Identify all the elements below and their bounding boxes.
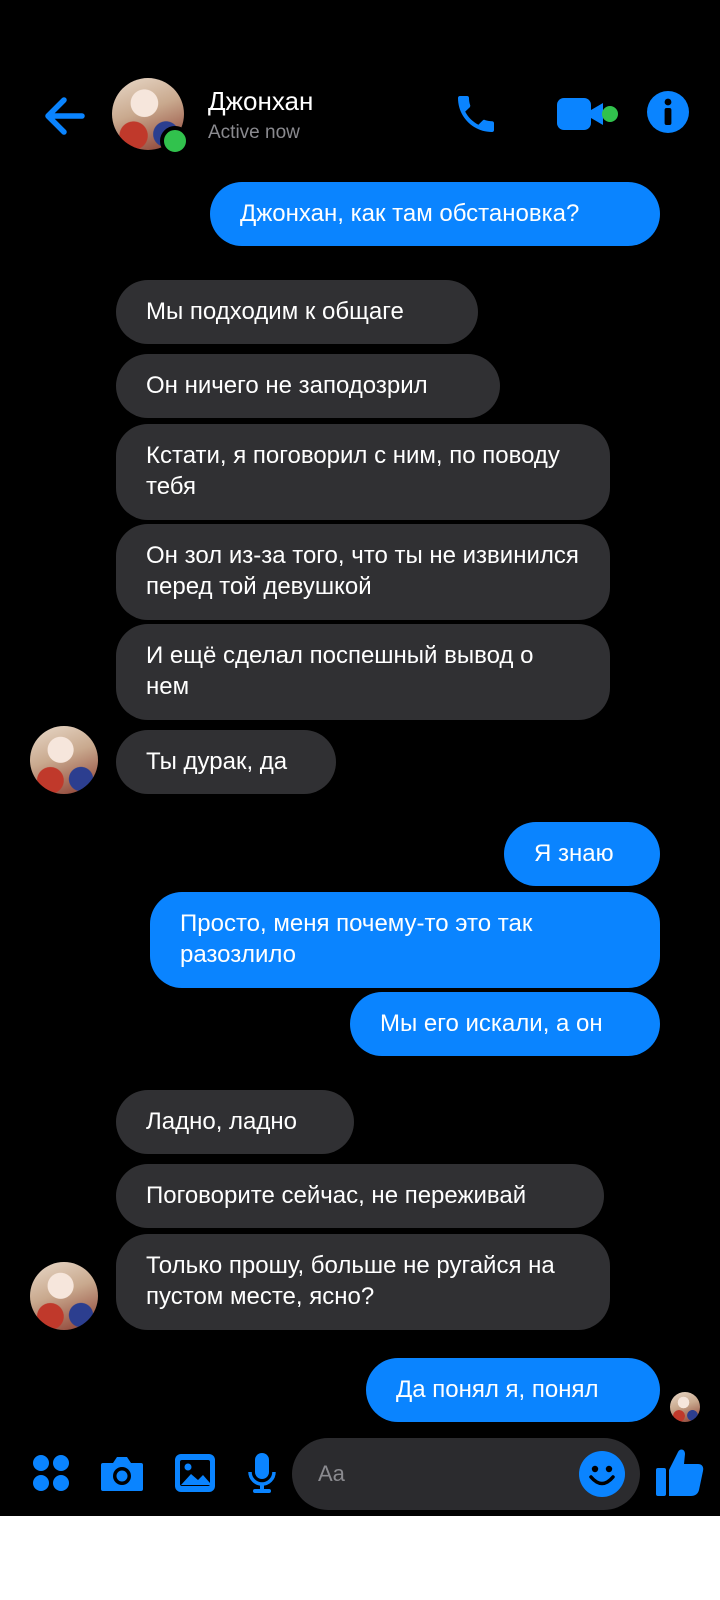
arrow-left-icon xyxy=(45,97,85,135)
image-icon xyxy=(175,1454,215,1492)
message-outgoing[interactable]: Мы его искали, а он xyxy=(350,992,660,1056)
chat-header: Джонхан Active now xyxy=(0,70,720,160)
message-incoming[interactable]: И ещё сделал поспешный вывод о нем xyxy=(116,624,610,720)
online-indicator xyxy=(160,126,190,156)
read-receipt-avatar xyxy=(670,1392,700,1422)
gallery-button[interactable] xyxy=(172,1450,218,1496)
message-outgoing[interactable]: Джонхан, как там обстановка? xyxy=(210,182,660,246)
emoji-button[interactable] xyxy=(578,1450,626,1498)
back-button[interactable] xyxy=(36,88,92,144)
message-incoming[interactable]: Ты дурак, да xyxy=(116,730,336,794)
message-outgoing[interactable]: Просто, меня почему-то это так разозлило xyxy=(150,892,660,988)
message-incoming[interactable]: Мы подходим к общаге xyxy=(116,280,478,344)
message-composer xyxy=(0,1436,720,1516)
apps-button[interactable] xyxy=(30,1452,72,1494)
phone-icon xyxy=(458,96,494,132)
message-outgoing[interactable]: Я знаю xyxy=(504,822,660,886)
sender-avatar[interactable] xyxy=(30,726,98,794)
camera-button[interactable] xyxy=(98,1450,146,1496)
message-incoming[interactable]: Кстати, я поговорил с ним, по поводу теб… xyxy=(116,424,610,520)
message-incoming[interactable]: Поговорите сейчас, не переживай xyxy=(116,1164,604,1228)
video-call-button[interactable] xyxy=(544,90,620,138)
sender-avatar[interactable] xyxy=(30,1262,98,1330)
smiley-icon xyxy=(579,1451,625,1497)
voice-button[interactable] xyxy=(244,1450,280,1496)
chat-screen: Джонхан Active now Джонхан, как там обст… xyxy=(0,0,720,1516)
info-icon xyxy=(647,91,689,133)
message-input-box xyxy=(292,1438,640,1510)
message-incoming[interactable]: Ладно, ладно xyxy=(116,1090,354,1154)
message-input[interactable] xyxy=(316,1460,550,1488)
video-active-dot xyxy=(602,106,618,122)
contact-name[interactable]: Джонхан xyxy=(208,86,313,117)
message-outgoing[interactable]: Да понял я, понял xyxy=(366,1358,660,1422)
camera-icon xyxy=(101,1457,143,1491)
message-incoming[interactable]: Он ничего не заподозрил xyxy=(116,354,500,418)
video-camera-icon xyxy=(557,98,603,130)
contact-status: Active now xyxy=(208,122,300,143)
call-button[interactable] xyxy=(448,86,504,142)
like-button[interactable] xyxy=(652,1444,706,1500)
info-button[interactable] xyxy=(644,88,692,136)
message-incoming[interactable]: Он зол из-за того, что ты не извинился п… xyxy=(116,524,610,620)
system-navigation-area xyxy=(0,1516,720,1600)
grid-icon xyxy=(33,1455,69,1491)
microphone-icon xyxy=(248,1453,276,1493)
thumbs-up-icon xyxy=(656,1449,704,1496)
message-incoming[interactable]: Только прошу, больше не ругайся на пусто… xyxy=(116,1234,610,1330)
